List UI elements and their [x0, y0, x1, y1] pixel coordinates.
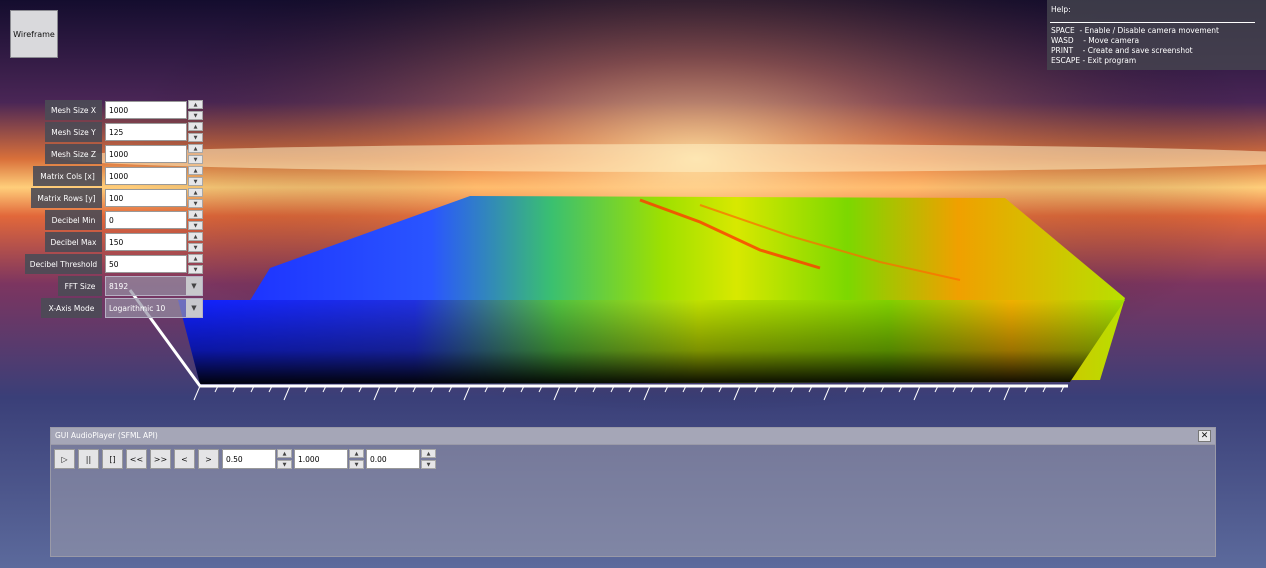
mesh-size-x-spinner[interactable]: ▲ ▼ — [188, 100, 203, 120]
param-label: Mesh Size X — [45, 100, 102, 120]
audio-player-titlebar[interactable]: GUI AudioPlayer (SFML API) ✕ — [51, 428, 1215, 445]
help-title: Help: — [1051, 5, 1071, 14]
x-axis-mode-select[interactable]: Logarithmic 10 ▼ — [105, 298, 203, 318]
fast-forward-button[interactable]: >> — [150, 449, 171, 469]
param-label: Decibel Threshold — [25, 254, 102, 274]
decibel-min-spinner[interactable]: ▲ ▼ — [188, 210, 203, 230]
next-button[interactable]: > — [198, 449, 219, 469]
audio-player-title: GUI AudioPlayer (SFML API) — [55, 431, 158, 440]
close-icon[interactable]: ✕ — [1198, 430, 1211, 442]
volume-spinner[interactable]: ▲ ▼ — [277, 449, 292, 469]
chevron-up-icon[interactable]: ▲ — [188, 188, 203, 197]
chevron-up-icon[interactable]: ▲ — [349, 449, 364, 458]
fft-size-select[interactable]: 8192 ▼ — [105, 276, 203, 296]
param-label: X-Axis Mode — [41, 298, 102, 318]
chevron-up-icon[interactable]: ▲ — [188, 166, 203, 175]
chevron-down-icon[interactable]: ▼ — [188, 177, 203, 186]
chevron-down-icon[interactable]: ▼ — [421, 460, 436, 469]
rewind-button[interactable]: << — [126, 449, 147, 469]
pause-button[interactable]: || — [78, 449, 99, 469]
volume-input[interactable]: 0.50 — [222, 449, 276, 469]
position-input[interactable]: 0.00 — [366, 449, 420, 469]
mesh-size-z-input[interactable]: 1000 — [105, 145, 187, 163]
chevron-down-icon[interactable]: ▼ — [186, 277, 202, 295]
chevron-up-icon[interactable]: ▲ — [188, 232, 203, 241]
chevron-up-icon[interactable]: ▲ — [188, 254, 203, 263]
audio-player-window: GUI AudioPlayer (SFML API) ✕ ▷ || [] << … — [50, 427, 1216, 557]
decibel-max-spinner[interactable]: ▲ ▼ — [188, 232, 203, 252]
decibel-threshold-input[interactable]: 50 — [105, 255, 187, 273]
chevron-down-icon[interactable]: ▼ — [188, 199, 203, 208]
decibel-min-input[interactable]: 0 — [105, 211, 187, 229]
chevron-up-icon[interactable]: ▲ — [277, 449, 292, 458]
chevron-down-icon[interactable]: ▼ — [188, 221, 203, 230]
help-line-wasd: WASD - Move camera — [1051, 36, 1140, 45]
chevron-up-icon[interactable]: ▲ — [421, 449, 436, 458]
position-spinner[interactable]: ▲ ▼ — [421, 449, 436, 469]
wireframe-button[interactable]: Wireframe — [10, 10, 58, 58]
chevron-down-icon[interactable]: ▼ — [188, 133, 203, 142]
pitch-input[interactable]: 1.000 — [294, 449, 348, 469]
chevron-up-icon[interactable]: ▲ — [188, 122, 203, 131]
chevron-down-icon[interactable]: ▼ — [188, 243, 203, 252]
fft-size-value: 8192 — [109, 281, 129, 291]
matrix-cols-input[interactable]: 1000 — [105, 167, 187, 185]
previous-button[interactable]: < — [174, 449, 195, 469]
chevron-up-icon[interactable]: ▲ — [188, 100, 203, 109]
mesh-size-y-input[interactable]: 125 — [105, 123, 187, 141]
param-label: Decibel Max — [45, 232, 102, 252]
chevron-down-icon[interactable]: ▼ — [186, 299, 202, 317]
chevron-up-icon[interactable]: ▲ — [188, 210, 203, 219]
x-axis-mode-value: Logarithmic 10 — [109, 303, 166, 313]
param-label: Matrix Cols [x] — [33, 166, 102, 186]
decibel-max-input[interactable]: 150 — [105, 233, 187, 251]
param-label: Matrix Rows [y] — [31, 188, 102, 208]
help-panel: Help: SPACE - Enable / Disable camera mo… — [1047, 0, 1266, 70]
play-button[interactable]: ▷ — [54, 449, 75, 469]
param-label: Decibel Min — [45, 210, 102, 230]
help-line-space: SPACE - Enable / Disable camera movement — [1051, 26, 1219, 35]
matrix-rows-input[interactable]: 100 — [105, 189, 187, 207]
stop-button[interactable]: [] — [102, 449, 123, 469]
chevron-down-icon[interactable]: ▼ — [188, 111, 203, 120]
chevron-up-icon[interactable]: ▲ — [188, 144, 203, 153]
mesh-size-z-spinner[interactable]: ▲ ▼ — [188, 144, 203, 164]
chevron-down-icon[interactable]: ▼ — [277, 460, 292, 469]
chevron-down-icon[interactable]: ▼ — [349, 460, 364, 469]
help-divider — [1050, 22, 1255, 23]
matrix-rows-spinner[interactable]: ▲ ▼ — [188, 188, 203, 208]
param-label: Mesh Size Y — [45, 122, 102, 142]
help-line-print: PRINT - Create and save screenshot — [1051, 46, 1193, 55]
chevron-down-icon[interactable]: ▼ — [188, 265, 203, 274]
mesh-size-y-spinner[interactable]: ▲ ▼ — [188, 122, 203, 142]
mesh-size-x-input[interactable]: 1000 — [105, 101, 187, 119]
help-line-escape: ESCAPE - Exit program — [1051, 56, 1137, 65]
decibel-threshold-spinner[interactable]: ▲ ▼ — [188, 254, 203, 274]
pitch-spinner[interactable]: ▲ ▼ — [349, 449, 364, 469]
param-label: Mesh Size Z — [45, 144, 102, 164]
param-label: FFT Size — [58, 276, 102, 296]
matrix-cols-spinner[interactable]: ▲ ▼ — [188, 166, 203, 186]
chevron-down-icon[interactable]: ▼ — [188, 155, 203, 164]
